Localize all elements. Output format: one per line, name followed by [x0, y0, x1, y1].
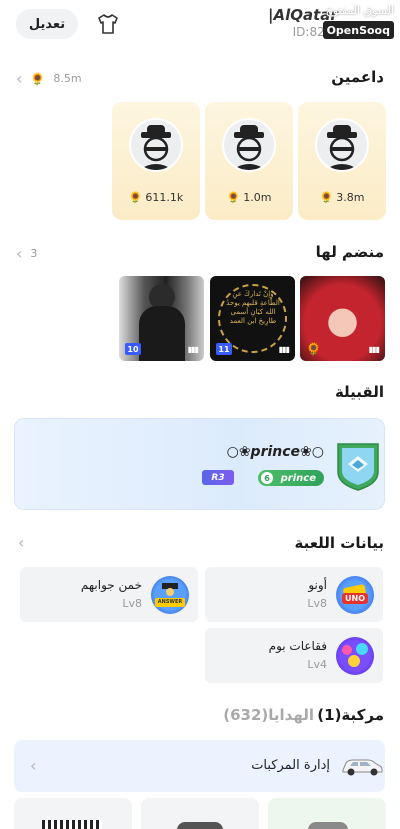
sunflower-icon: 🌻	[128, 191, 143, 204]
anonymous-avatar-icon	[222, 118, 276, 172]
room-caption: وَإنْ تَداركَ عنِ الطّاعةِ قلبهم يوحدُ ا…	[226, 290, 280, 325]
tribe-name: ○❀prince❀○	[226, 444, 324, 460]
portrait-body	[139, 306, 185, 361]
tribe-title: القبيلة	[334, 383, 384, 401]
edit-profile-button[interactable]: تعديل	[16, 9, 78, 39]
game-name: أونو	[308, 578, 327, 592]
tab-vehicles[interactable]: مركبة(1)	[317, 706, 384, 724]
supporter-card-1[interactable]: 🌻 3.8m	[298, 102, 386, 220]
supporter-value: 3.8m	[336, 191, 365, 204]
shirt-icon	[98, 14, 118, 34]
uno-game-icon: UNO	[336, 576, 374, 614]
room-level-badge: 10	[125, 343, 141, 355]
game-level: Lv8	[307, 597, 327, 610]
game-level: Lv8	[122, 597, 142, 610]
vehicle-preview	[42, 820, 102, 829]
audio-bars-icon: ▮▮▮	[368, 345, 380, 354]
supporter-value: 611.1k	[145, 191, 184, 204]
tribe-shield-icon	[337, 443, 379, 491]
sunflower-icon: 🌻	[319, 191, 334, 204]
tab-gifts[interactable]: الهدايا(632)	[223, 706, 314, 724]
chevron-left-icon: ‹	[16, 69, 23, 88]
audio-bars-icon: ▮▮▮	[187, 345, 199, 354]
games-title: بيانات اللعبة	[294, 534, 384, 552]
supporter-value: 1.0m	[243, 191, 272, 204]
game-name: خمن جوابهم	[80, 578, 142, 592]
chevron-left-icon: ‹	[16, 244, 23, 263]
audio-bars-icon: ▮▮▮	[278, 345, 290, 354]
game-card-guess[interactable]: ANSWER خمن جوابهم Lv8	[20, 567, 198, 622]
tribe-rank-badge: R3	[202, 470, 234, 485]
chevron-left-icon: ‹	[30, 756, 37, 775]
sunflower-icon: 🌻	[226, 191, 241, 204]
vehicle-preview	[308, 822, 348, 829]
game-level: Lv4	[307, 658, 327, 671]
opensooq-watermark: OpenSooq	[322, 21, 394, 39]
joined-title: منضم لها	[315, 243, 384, 261]
vehicle-tile-3[interactable]	[268, 798, 386, 829]
tribe-card[interactable]	[14, 418, 385, 510]
supporters-title: داعمين	[331, 68, 384, 86]
joined-count: 3	[30, 247, 38, 260]
vehicle-tile-1[interactable]	[14, 798, 132, 829]
outfit-button[interactable]	[92, 9, 124, 39]
sunflower-icon: 🌻	[30, 71, 46, 86]
vehicle-tile-2[interactable]	[141, 798, 259, 829]
game-name: فقاعات بوم	[268, 639, 327, 653]
anonymous-avatar-icon	[129, 118, 183, 172]
joined-link[interactable]: ‹ 3	[16, 244, 37, 263]
supporters-count: 8.5m	[53, 72, 82, 85]
joined-room-2[interactable]: وَإنْ تَداركَ عنِ الطّاعةِ قلبهم يوحدُ ا…	[210, 276, 295, 361]
room-level-badge: 11	[216, 343, 232, 355]
tribe-tag-number: 6	[261, 472, 273, 484]
joined-room-3[interactable]: 10 ▮▮▮	[119, 276, 204, 361]
tribe-tag-text: prince	[280, 472, 316, 484]
supporters-link[interactable]: ‹ 🌻 8.5m	[16, 69, 82, 88]
watermark-arabic: السوق المفتوح	[325, 4, 394, 17]
supporter-card-3[interactable]: 🌻 611.1k	[112, 102, 200, 220]
tribe-tag-badge: 6 prince	[258, 470, 324, 486]
anonymous-avatar-icon	[315, 118, 369, 172]
sunflower-icon: 🌻	[306, 342, 321, 356]
games-chevron-left-icon[interactable]: ‹	[18, 533, 24, 552]
game-card-uno[interactable]: UNO أونو Lv8	[205, 567, 383, 622]
car-icon	[342, 759, 383, 776]
vehicle-preview	[177, 822, 223, 829]
supporter-card-2[interactable]: 🌻 1.0m	[205, 102, 293, 220]
joined-room-1[interactable]: 🌻 ▮▮▮	[300, 276, 385, 361]
guess-answer-game-icon: ANSWER	[151, 576, 189, 614]
game-card-bubble[interactable]: فقاعات بوم Lv4	[205, 628, 383, 683]
manage-vehicles-label: إدارة المركبات	[251, 758, 330, 773]
bubble-boom-game-icon	[336, 637, 374, 675]
